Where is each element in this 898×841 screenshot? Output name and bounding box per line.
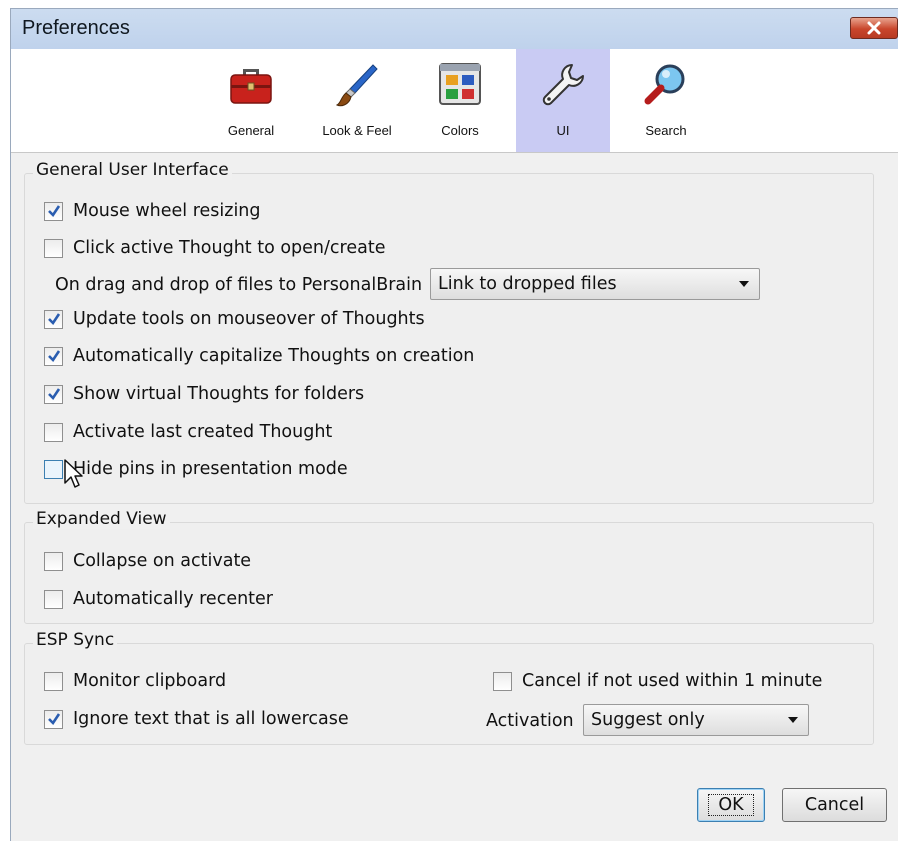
tab-colors-label: Colors [441, 123, 479, 138]
virtual-thoughts-checkbox[interactable] [44, 384, 63, 404]
tab-look-feel-label: Look & Feel [322, 123, 392, 138]
activate-last-checkbox[interactable] [44, 422, 63, 442]
virtual-thoughts-label: Show virtual Thoughts for folders [73, 384, 365, 404]
collapse-checkbox[interactable] [44, 551, 63, 571]
monitor-clipboard-label: Monitor clipboard [73, 671, 227, 691]
tab-search[interactable]: Search [629, 49, 703, 152]
close-icon [867, 21, 881, 35]
palette-grid-icon [439, 63, 481, 105]
general-ui-title: General User Interface [33, 160, 232, 180]
ignore-lowercase-label: Ignore text that is all lowercase [73, 709, 349, 729]
auto-capitalize-checkbox[interactable] [44, 346, 63, 366]
expanded-view-title: Expanded View [33, 509, 170, 529]
recenter-checkbox[interactable] [44, 589, 63, 609]
tab-general[interactable]: General [211, 49, 291, 152]
tab-general-label: General [227, 123, 275, 138]
ok-button-label: OK [708, 794, 754, 816]
cancel-unused-label: Cancel if not used within 1 minute [522, 671, 823, 691]
preferences-toolbar: General Look & Feel Colors UI Search [11, 49, 898, 153]
title-bar: Preferences [11, 9, 898, 49]
checkmark-icon [48, 712, 61, 725]
hide-pins-option[interactable]: Hide pins in presentation mode [44, 459, 348, 479]
general-ui-group: General User Interface [24, 160, 874, 504]
activate-last-option[interactable]: Activate last created Thought [44, 422, 332, 442]
esp-sync-title: ESP Sync [33, 630, 118, 650]
checkmark-icon [48, 349, 61, 362]
update-tools-option[interactable]: Update tools on mouseover of Thoughts [44, 309, 425, 329]
monitor-clipboard-checkbox[interactable] [44, 671, 63, 691]
virtual-thoughts-option[interactable]: Show virtual Thoughts for folders [44, 384, 364, 404]
mouse-wheel-checkbox[interactable] [44, 201, 63, 221]
click-active-checkbox[interactable] [44, 238, 63, 258]
activation-select[interactable]: Suggest only [583, 704, 809, 736]
collapse-label: Collapse on activate [73, 551, 252, 571]
mouse-cursor-icon [64, 459, 83, 488]
cancel-unused-checkbox[interactable] [493, 671, 512, 691]
update-tools-label: Update tools on mouseover of Thoughts [73, 309, 425, 329]
hide-pins-label: Hide pins in presentation mode [73, 459, 348, 479]
cancel-unused-option[interactable]: Cancel if not used within 1 minute [493, 671, 822, 691]
click-active-option[interactable]: Click active Thought to open/create [44, 238, 385, 258]
cancel-button-label: Cancel [804, 795, 865, 815]
checkmark-icon [48, 312, 61, 325]
magnifier-icon [644, 64, 685, 105]
activation-label: Activation [486, 711, 574, 731]
toolbox-icon [230, 69, 272, 104]
tab-colors[interactable]: Colors [419, 49, 501, 152]
checkmark-icon [48, 204, 61, 217]
drag-drop-label: On drag and drop of files to PersonalBra… [55, 275, 423, 295]
ignore-lowercase-option[interactable]: Ignore text that is all lowercase [44, 709, 349, 729]
drag-drop-value: Link to dropped files [438, 274, 617, 294]
chevron-down-icon [788, 717, 798, 723]
activation-value: Suggest only [591, 710, 705, 730]
checkmark-icon [48, 387, 61, 400]
close-button[interactable] [850, 17, 898, 39]
tab-ui[interactable]: UI [516, 49, 610, 152]
ignore-lowercase-checkbox[interactable] [44, 709, 63, 729]
wrench-icon [542, 64, 584, 106]
recenter-option[interactable]: Automatically recenter [44, 589, 273, 609]
ok-button[interactable]: OK [697, 788, 765, 822]
monitor-clipboard-option[interactable]: Monitor clipboard [44, 671, 226, 691]
auto-capitalize-option[interactable]: Automatically capitalize Thoughts on cre… [44, 346, 474, 366]
auto-capitalize-label: Automatically capitalize Thoughts on cre… [73, 346, 475, 366]
hide-pins-checkbox[interactable] [44, 459, 63, 479]
recenter-label: Automatically recenter [73, 589, 273, 609]
activate-last-label: Activate last created Thought [73, 422, 333, 442]
click-active-label: Click active Thought to open/create [73, 238, 386, 258]
tab-search-label: Search [645, 123, 687, 138]
mouse-wheel-option[interactable]: Mouse wheel resizing [44, 201, 261, 221]
cancel-button[interactable]: Cancel [782, 788, 887, 822]
chevron-down-icon [739, 281, 749, 287]
collapse-option[interactable]: Collapse on activate [44, 551, 251, 571]
update-tools-checkbox[interactable] [44, 309, 63, 329]
tab-look-feel[interactable]: Look & Feel [307, 49, 407, 152]
window-title: Preferences [22, 17, 130, 39]
paintbrush-icon [335, 64, 378, 107]
tab-ui-label: UI [556, 123, 570, 138]
drag-drop-select[interactable]: Link to dropped files [430, 268, 760, 300]
mouse-wheel-label: Mouse wheel resizing [73, 201, 261, 221]
